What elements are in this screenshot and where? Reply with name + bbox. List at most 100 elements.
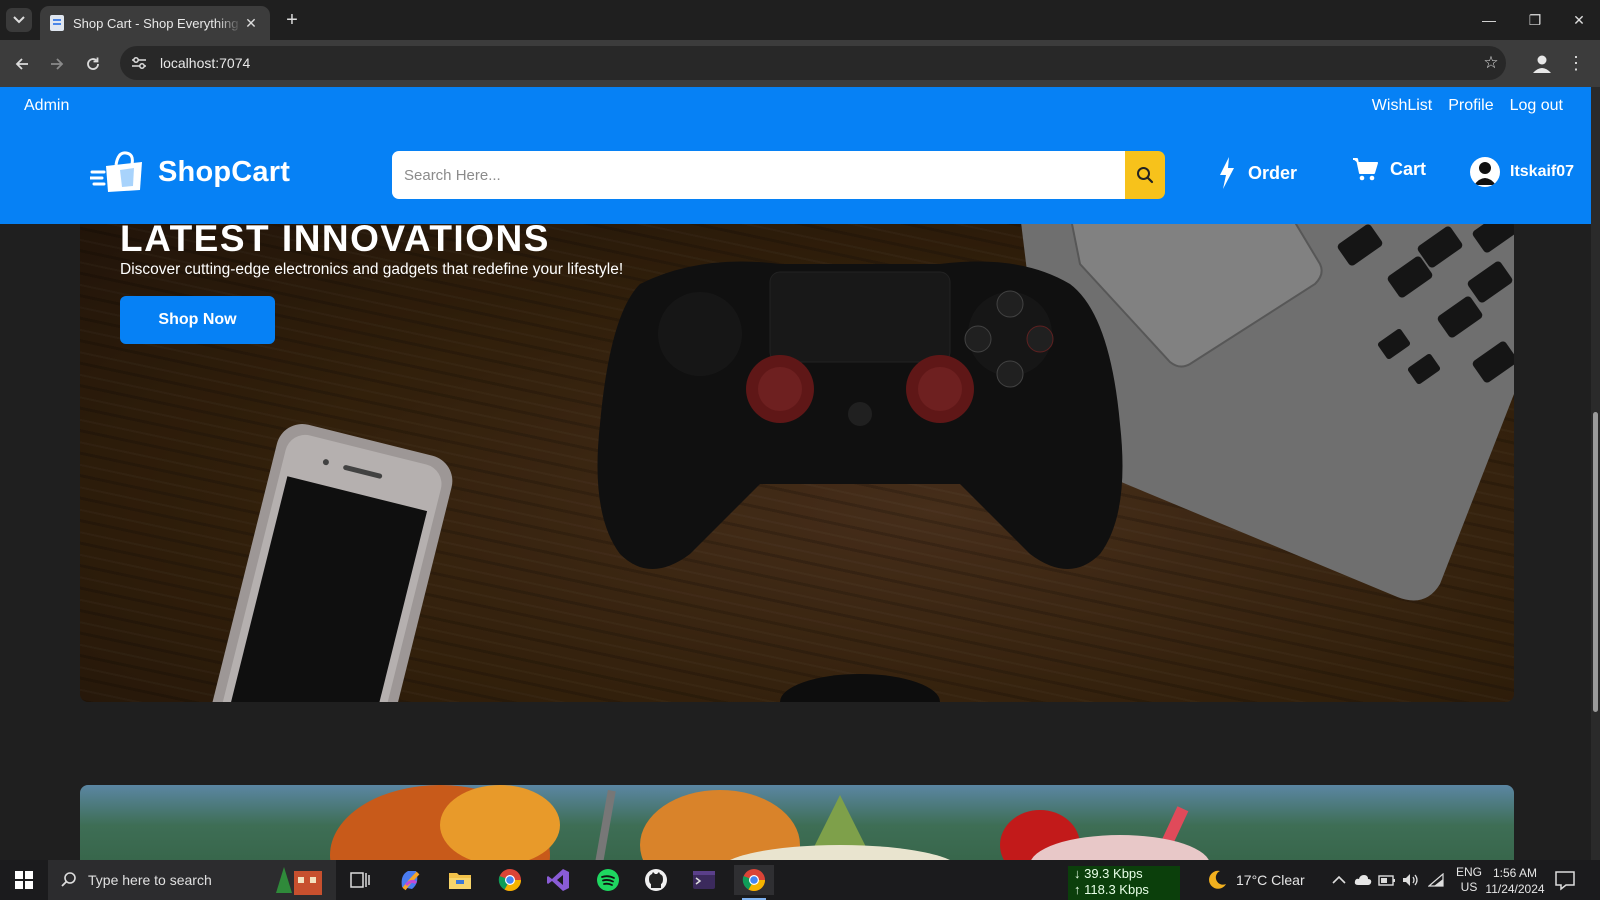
- search-input[interactable]: [392, 151, 1125, 199]
- cart-icon: [1353, 158, 1378, 181]
- window-close-button[interactable]: ✕: [1556, 6, 1600, 34]
- page-favicon-icon: [50, 15, 64, 31]
- language-indicator[interactable]: ENG US: [1454, 865, 1484, 895]
- site-logo[interactable]: ShopCart: [90, 150, 290, 194]
- taskbar-clock[interactable]: 1:56 AM 11/24/2024: [1484, 865, 1546, 897]
- github-taskbar-button[interactable]: [636, 865, 676, 895]
- onedrive-tray-icon[interactable]: [1354, 860, 1372, 900]
- clock-date: 11/24/2024: [1485, 882, 1545, 896]
- browser-toolbar: localhost:7074 ☆ ⋮: [0, 40, 1600, 87]
- notification-icon: [1555, 871, 1575, 891]
- spotify-icon: [597, 869, 619, 891]
- task-view-button[interactable]: [340, 865, 380, 895]
- forward-button[interactable]: [44, 51, 70, 77]
- task-view-icon: [350, 872, 370, 888]
- folder-icon: [449, 873, 471, 889]
- taskbar-search-box[interactable]: Type here to search: [48, 860, 336, 900]
- address-bar[interactable]: localhost:7074 ☆: [120, 46, 1506, 80]
- chrome-profile-taskbar-button[interactable]: [490, 865, 530, 895]
- hero-subtitle: Discover cutting-edge electronics and ga…: [120, 261, 624, 278]
- speaker-icon: [1403, 874, 1418, 886]
- terminal-taskbar-button[interactable]: [684, 865, 724, 895]
- upload-speed: ↑ 118.3 Kbps: [1074, 882, 1149, 897]
- site-info-button[interactable]: [124, 50, 154, 76]
- github-icon: [645, 869, 667, 891]
- copilot-taskbar-button[interactable]: [390, 865, 430, 895]
- search-icon: [61, 872, 76, 887]
- window-restore-button[interactable]: ❐: [1512, 6, 1558, 34]
- chevron-down-icon: [13, 16, 25, 24]
- browser-menu-icon[interactable]: ⋮: [1566, 52, 1586, 76]
- chrome-icon: [498, 869, 521, 891]
- shopping-bag-logo-icon: [90, 151, 142, 192]
- file-explorer-taskbar-button[interactable]: [440, 865, 480, 895]
- clock-time: 1:56 AM: [1492, 866, 1538, 880]
- order-nav-link[interactable]: Order: [1218, 157, 1297, 189]
- arrow-left-icon: [15, 58, 28, 70]
- start-button[interactable]: [0, 860, 48, 900]
- search-button[interactable]: [1125, 151, 1165, 199]
- wishlist-link[interactable]: WishList: [1372, 97, 1432, 115]
- taskbar-search-placeholder: Type here to search: [88, 872, 212, 888]
- tray-overflow-button[interactable]: [1332, 860, 1346, 900]
- tab-search-dropdown-button[interactable]: [6, 8, 32, 32]
- battery-icon: [1378, 875, 1395, 886]
- search-bar: [392, 151, 1165, 199]
- chrome-taskbar-button-active[interactable]: [734, 865, 774, 900]
- browser-tab-active[interactable]: Shop Cart - Shop Everything - E ✕: [40, 6, 270, 40]
- profile-icon: [1533, 55, 1551, 73]
- reload-button[interactable]: [80, 51, 106, 77]
- spotify-taskbar-button[interactable]: [588, 865, 628, 895]
- drinks-banner-image: [330, 785, 1209, 860]
- weather-widget[interactable]: 17°C Clear: [1206, 860, 1305, 900]
- back-button[interactable]: [9, 51, 35, 77]
- profile-link[interactable]: Profile: [1448, 97, 1493, 115]
- new-tab-button[interactable]: +: [280, 9, 304, 31]
- second-banner: [80, 785, 1514, 860]
- region-code: US: [1460, 880, 1478, 894]
- browser-profile-button[interactable]: [1530, 52, 1554, 76]
- language-code: ENG: [1455, 865, 1482, 879]
- search-highlight-icon: [276, 867, 322, 895]
- windows-taskbar: Type here to search ↓ 39.3 Kbps ↑ 118.3 …: [0, 860, 1600, 900]
- tune-icon: [132, 57, 146, 69]
- reload-icon: [87, 57, 99, 70]
- cart-nav-link[interactable]: Cart: [1352, 157, 1426, 181]
- chrome-icon: [742, 869, 765, 891]
- wifi-tray-icon[interactable]: [1428, 860, 1444, 900]
- hero-banner: LATEST INNOVATIONS Discover cutting-edge…: [80, 224, 1514, 702]
- user-menu[interactable]: Itskaif07: [1470, 157, 1574, 187]
- logout-link[interactable]: Log out: [1510, 97, 1563, 115]
- logo-text: ShopCart: [158, 155, 291, 188]
- page-scrollbar[interactable]: [1591, 87, 1600, 860]
- battery-tray-icon[interactable]: [1378, 860, 1396, 900]
- order-label: Order: [1248, 162, 1298, 183]
- volume-tray-icon[interactable]: [1402, 860, 1420, 900]
- shop-now-button[interactable]: Shop Now: [120, 296, 275, 344]
- tab-close-icon[interactable]: ✕: [242, 14, 260, 32]
- visual-studio-icon: [547, 869, 569, 891]
- hero-title: LATEST INNOVATIONS: [120, 224, 550, 259]
- windows-logo-icon: [15, 871, 33, 889]
- copilot-icon: [401, 871, 420, 891]
- cart-label: Cart: [1390, 158, 1427, 179]
- url-text[interactable]: localhost:7074: [160, 55, 1476, 71]
- arrow-right-icon: [51, 58, 64, 70]
- scrollbar-thumb[interactable]: [1593, 412, 1598, 712]
- weather-text: 17°C Clear: [1236, 872, 1305, 888]
- bookmark-star-icon[interactable]: ☆: [1476, 53, 1506, 73]
- cloud-icon: [1354, 875, 1372, 885]
- admin-link[interactable]: Admin: [24, 97, 69, 115]
- notification-center-button[interactable]: [1554, 869, 1576, 891]
- terminal-icon: [693, 871, 715, 889]
- window-minimize-button[interactable]: —: [1466, 6, 1512, 34]
- user-avatar-icon: [1474, 162, 1496, 185]
- search-icon: [1137, 167, 1154, 184]
- moon-icon: [1209, 870, 1226, 889]
- browser-tabstrip: Shop Cart - Shop Everything - E ✕ + — ❐ …: [0, 0, 1600, 40]
- avatar: [1470, 157, 1500, 187]
- lightning-bolt-icon: [1220, 157, 1234, 189]
- wifi-icon: [1428, 873, 1444, 887]
- visual-studio-taskbar-button[interactable]: [538, 865, 578, 895]
- hero-overlay: [80, 224, 1514, 702]
